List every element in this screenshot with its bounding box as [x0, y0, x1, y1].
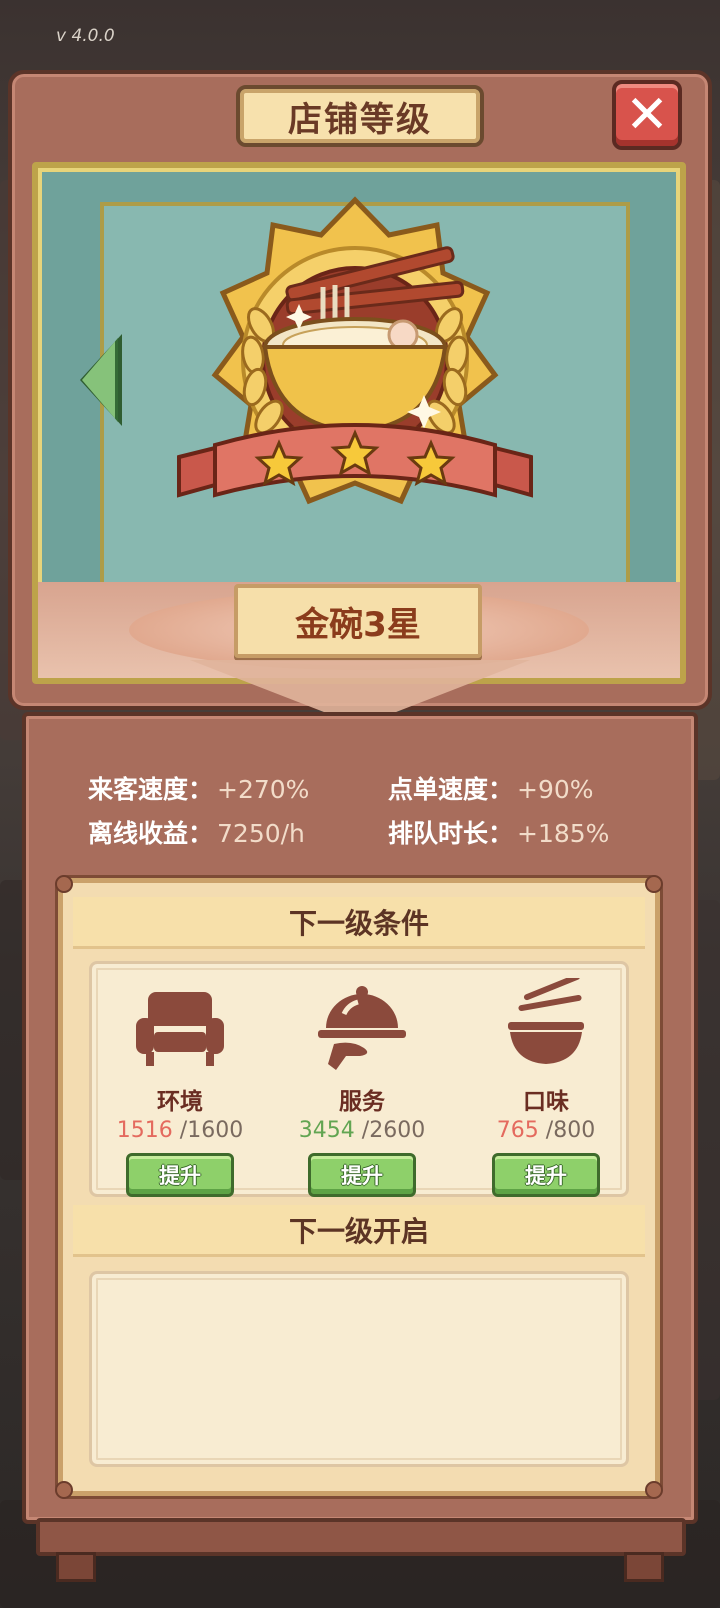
next-unlock-box [89, 1271, 629, 1467]
upgrade-taste-button[interactable]: 提升 [492, 1153, 600, 1197]
requirement-progress: 1516 /1600 [117, 1118, 243, 1143]
requirements-box: 环境 1516 /1600 提升 服务 3454 /2600 提升 口味 765… [89, 961, 629, 1197]
next-unlock-title: 下一级开启 [73, 1205, 645, 1257]
requirement-service: 服务 3454 /2600 提升 [292, 978, 432, 1198]
cabinet-leg-right [624, 1552, 664, 1582]
golden-bowl-badge-icon [177, 196, 533, 505]
stat-label: 离线收益： [88, 819, 214, 848]
stat-value: +270% [217, 775, 310, 804]
requirement-progress: 765 /800 [497, 1118, 595, 1143]
requirement-name: 服务 [339, 1089, 385, 1115]
level-name-plaque: 金碗3星 [234, 584, 482, 658]
requirement-name: 口味 [523, 1089, 569, 1115]
upgrade-environment-button[interactable]: 提升 [126, 1153, 234, 1197]
requirement-name: 环境 [157, 1089, 203, 1115]
requirement-progress: 3454 /2600 [299, 1118, 425, 1143]
stat-order-speed: 点单速度： +90% [388, 770, 648, 806]
progress-target: /1600 [179, 1118, 244, 1143]
panel-corner [645, 1481, 663, 1499]
dialog-title: 店铺等级 [236, 85, 484, 147]
panel-corner [645, 875, 663, 893]
requirement-taste: 口味 765 /800 提升 [476, 978, 616, 1198]
stat-label: 排队时长： [388, 819, 514, 848]
upgrade-service-button[interactable]: 提升 [308, 1153, 416, 1197]
armchair-icon [136, 992, 224, 1066]
progress-current: 1516 [116, 1118, 173, 1143]
stat-value: 7250/h [217, 819, 305, 848]
stat-value: +185% [517, 819, 610, 848]
stats-grid: 来客速度： +270% 点单速度： +90% 离线收益： 7250/h 排队时长： +1… [88, 770, 648, 850]
stat-offline-income: 离线收益： 7250/h [88, 814, 388, 850]
requirements-panel: 下一级条件 环境 1516 /1600 提升 服务 3454 /2600 提升 … [55, 875, 663, 1499]
stat-customer-speed: 来客速度： +270% [88, 770, 388, 806]
panel-corner [55, 1481, 73, 1499]
stat-label: 来客速度： [88, 775, 214, 804]
stat-value: +90% [517, 775, 594, 804]
progress-target: /2600 [361, 1118, 426, 1143]
cloche-tray-icon [318, 986, 406, 1070]
close-button[interactable]: ✕ [612, 80, 682, 150]
stat-label: 点单速度： [388, 775, 514, 804]
version-label: v 4.0.0 [56, 26, 115, 46]
progress-current: 765 [496, 1118, 539, 1143]
panel-corner [55, 875, 73, 893]
noodle-bowl-icon [508, 978, 584, 1064]
requirement-environment: 环境 1516 /1600 提升 [110, 978, 250, 1198]
next-conditions-title: 下一级条件 [73, 897, 645, 949]
cabinet-foot [36, 1518, 686, 1556]
progress-current: 3454 [298, 1118, 355, 1143]
cabinet-leg-left [56, 1552, 96, 1582]
stat-queue-time: 排队时长： +185% [388, 814, 648, 850]
progress-target: /800 [545, 1118, 596, 1143]
